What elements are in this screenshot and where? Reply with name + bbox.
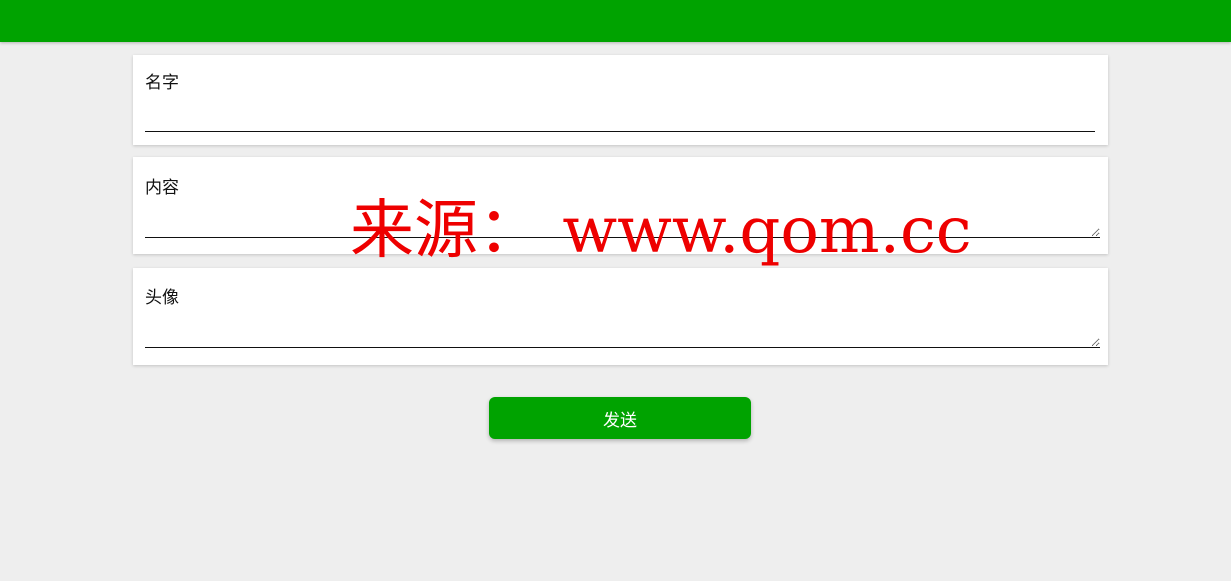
content-label: 内容 (145, 178, 179, 198)
send-button[interactable]: 发送 (489, 397, 751, 439)
avatar-textarea[interactable] (145, 318, 1100, 348)
content-textarea[interactable] (145, 208, 1100, 238)
content-field-card: 内容 (133, 157, 1108, 254)
top-bar (0, 0, 1231, 42)
name-input[interactable] (145, 105, 1095, 132)
name-field-card: 名字 (133, 55, 1108, 145)
avatar-label: 头像 (145, 288, 179, 308)
avatar-field-card: 头像 (133, 268, 1108, 365)
name-label: 名字 (145, 73, 179, 93)
